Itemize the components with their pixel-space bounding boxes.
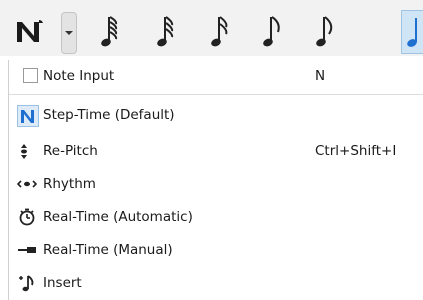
- re-pitch-icon: [17, 141, 37, 161]
- menu-item-step-time[interactable]: Step-Time (Default): [9, 101, 423, 129]
- rhythm-icon: [16, 174, 38, 194]
- menu-item-real-time-automatic[interactable]: Real-Time (Automatic): [9, 203, 423, 231]
- menu-item-note-input[interactable]: Note Input N: [9, 62, 423, 90]
- note-input-menu: Note Input N Step-Time (Default) Re-Pitc…: [8, 60, 423, 300]
- manual-tap-icon: [17, 240, 37, 260]
- menu-item-real-time-manual[interactable]: Real-Time (Manual): [9, 236, 423, 264]
- thirty-second-note-icon[interactable]: [156, 14, 180, 48]
- menu-item-label: Real-Time (Automatic): [43, 209, 193, 225]
- step-time-icon: [17, 105, 39, 127]
- menu-item-label: Note Input: [43, 68, 115, 84]
- note-input-dropdown-button[interactable]: [61, 12, 77, 54]
- quarter-note-icon[interactable]: [401, 10, 423, 54]
- sixty-fourth-note-icon[interactable]: [100, 14, 124, 48]
- menu-item-shortcut: Ctrl+Shift+I: [315, 143, 397, 159]
- note-input-toolbar: [0, 0, 423, 56]
- menu-item-shortcut: N: [315, 68, 326, 84]
- menu-item-rhythm[interactable]: Rhythm: [9, 170, 423, 198]
- menu-item-label: Real-Time (Manual): [43, 242, 173, 258]
- note-input-mode-icon[interactable]: [14, 16, 46, 46]
- eighth-note-icon[interactable]: [262, 14, 286, 48]
- menu-item-label: Step-Time (Default): [43, 107, 175, 123]
- metronome-icon: [17, 207, 37, 227]
- sixteenth-note-icon[interactable]: [210, 14, 234, 48]
- note-input-checkbox[interactable]: [23, 68, 38, 83]
- menu-item-label: Rhythm: [43, 176, 96, 192]
- menu-item-insert[interactable]: Insert: [9, 269, 423, 297]
- chevron-down-icon: [65, 31, 73, 35]
- insert-note-icon: [17, 273, 37, 293]
- eighth-note-icon[interactable]: [315, 14, 339, 48]
- menu-separator: [9, 94, 423, 95]
- menu-item-label: Insert: [43, 275, 82, 291]
- menu-item-re-pitch[interactable]: Re-Pitch Ctrl+Shift+I: [9, 137, 423, 165]
- menu-item-label: Re-Pitch: [43, 143, 98, 159]
